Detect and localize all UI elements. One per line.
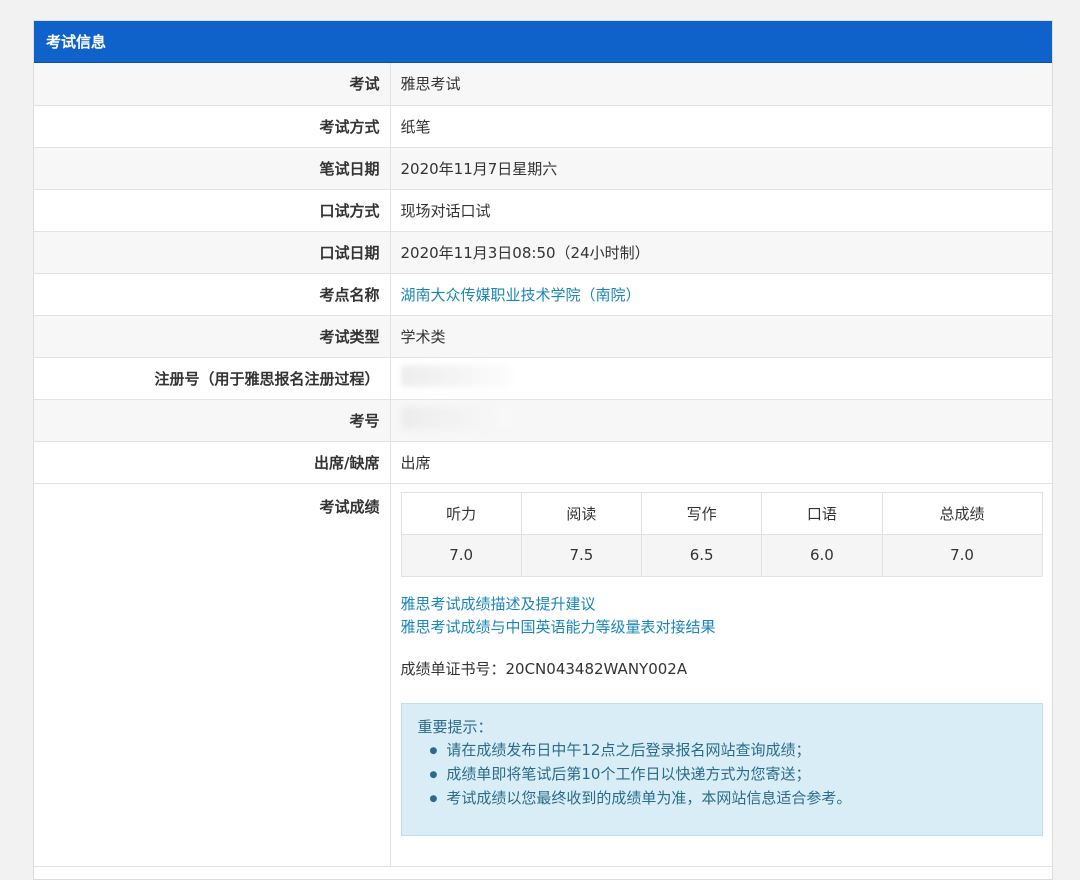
important-notice: 重要提示： 请在成绩发布日中午12点之后登录报名网站查询成绩； 成绩单即将笔试后… [400,702,1043,836]
table-row: 考试类型 学术类 [34,315,1052,358]
cse-alignment-link[interactable]: 雅思考试成绩与中国英语能力等级量表对接结果 [401,616,1043,639]
table-row: 考试成绩 听力 阅读 写作 口语 总成绩 7.0 7.5 6.5 6.0 7.0… [34,483,1052,867]
score-overall: 7.0 [881,533,1043,577]
certificate-number: 成绩单证书号：20CN043482WANY002A [400,659,688,678]
score-header-speaking: 口语 [761,491,883,535]
score-writing: 6.5 [640,533,763,577]
table-row: 考试 雅思考试 [34,63,1052,106]
score-table: 听力 阅读 写作 口语 总成绩 7.0 7.5 6.5 6.0 7.0 [400,491,1043,577]
score-speaking: 6.0 [761,533,883,577]
notice-item: 考试成绩以您最终收到的成绩单为准，本网站信息适合参考。 [430,787,1026,811]
row-value-exam-mode: 纸笔 [390,105,1052,148]
row-value-test-type: 学术类 [390,315,1052,358]
row-label-test-center: 考点名称 [34,273,391,316]
table-row: 考试方式 纸笔 [34,105,1052,148]
row-label-exam: 考试 [34,63,391,106]
notice-title: 重要提示： [417,717,493,736]
score-value-row: 7.0 7.5 6.5 6.0 7.0 [400,533,1043,577]
table-row: 考点名称 湖南大众传媒职业技术学院（南院） [34,273,1052,316]
notice-item: 成绩单即将笔试后第10个工作日以快递方式为您寄送； [430,763,1026,787]
row-label-scores: 考试成绩 [34,483,391,867]
notice-item: 请在成绩发布日中午12点之后登录报名网站查询成绩； [430,739,1026,763]
redacted-registration-no [400,365,511,387]
row-label-speaking-mode: 口试方式 [34,189,391,232]
table-row: 口试方式 现场对话口试 [34,189,1052,232]
score-header-listening: 听力 [400,491,522,535]
score-header-overall: 总成绩 [881,491,1043,535]
row-value-exam: 雅思考试 [390,63,1052,106]
row-label-speaking-date: 口试日期 [34,231,391,274]
row-label-attendance: 出席/缺席 [34,441,391,484]
score-header-reading: 阅读 [520,491,643,535]
row-label-written-date: 笔试日期 [34,147,391,190]
row-value-written-date: 2020年11月7日星期六 [390,147,1052,190]
table-row: 口试日期 2020年11月3日08:50（24小时制） [34,231,1052,274]
table-row: 出席/缺席 出席 [34,441,1052,484]
score-header-row: 听力 阅读 写作 口语 总成绩 [400,491,1043,535]
row-value-attendance: 出席 [390,441,1052,484]
score-links: 雅思考试成绩描述及提升建议 雅思考试成绩与中国英语能力等级量表对接结果 [401,593,1043,639]
score-reading: 7.5 [520,533,643,577]
table-row: 笔试日期 2020年11月7日星期六 [34,147,1052,190]
row-label-exam-mode: 考试方式 [34,105,391,148]
row-label-candidate-no: 考号 [34,399,391,442]
row-value-speaking-mode: 现场对话口试 [390,189,1052,232]
row-value-speaking-date: 2020年11月3日08:50（24小时制） [390,231,1052,274]
scores-cell: 听力 阅读 写作 口语 总成绩 7.0 7.5 6.5 6.0 7.0 雅思考试… [390,483,1052,867]
panel-title: 考试信息 [34,21,1052,63]
row-label-registration-no: 注册号（用于雅思报名注册过程） [34,357,391,400]
row-label-test-type: 考试类型 [34,315,391,358]
test-center-link[interactable]: 湖南大众传媒职业技术学院（南院） [401,286,641,304]
score-listening: 7.0 [400,533,522,577]
exam-info-table: 考试 雅思考试 考试方式 纸笔 笔试日期 2020年11月7日星期六 口试方式 … [34,63,1052,867]
notice-list: 请在成绩发布日中午12点之后登录报名网站查询成绩； 成绩单即将笔试后第10个工作… [418,739,1026,811]
table-row: 注册号（用于雅思报名注册过程） [34,357,1052,400]
score-description-link[interactable]: 雅思考试成绩描述及提升建议 [401,593,1043,616]
score-header-writing: 写作 [640,491,763,535]
exam-info-panel: 考试信息 考试 雅思考试 考试方式 纸笔 笔试日期 2020年11月7日星期六 … [33,20,1053,880]
redacted-candidate-no [400,407,511,429]
table-row: 考号 [34,399,1052,442]
